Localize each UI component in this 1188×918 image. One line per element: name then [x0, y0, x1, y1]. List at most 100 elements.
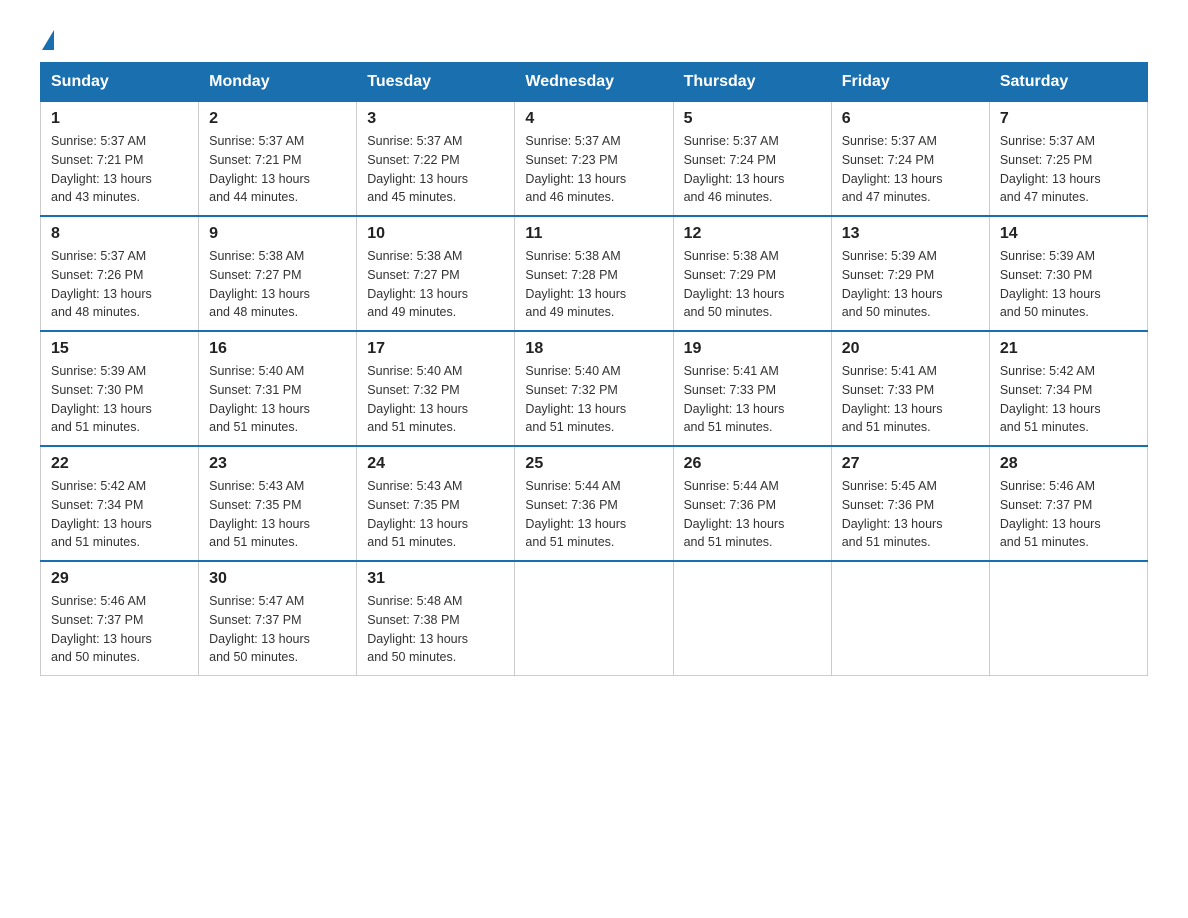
calendar-header-sunday: Sunday [41, 63, 199, 102]
day-number: 21 [1000, 340, 1137, 358]
calendar-cell: 11 Sunrise: 5:38 AM Sunset: 7:28 PM Dayl… [515, 216, 673, 331]
calendar-cell: 6 Sunrise: 5:37 AM Sunset: 7:24 PM Dayli… [831, 102, 989, 217]
day-info: Sunrise: 5:37 AM Sunset: 7:21 PM Dayligh… [51, 132, 188, 207]
calendar-cell: 24 Sunrise: 5:43 AM Sunset: 7:35 PM Dayl… [357, 446, 515, 561]
calendar-cell [673, 561, 831, 676]
calendar-cell: 26 Sunrise: 5:44 AM Sunset: 7:36 PM Dayl… [673, 446, 831, 561]
day-info: Sunrise: 5:37 AM Sunset: 7:24 PM Dayligh… [842, 132, 979, 207]
day-number: 29 [51, 570, 188, 588]
day-number: 19 [684, 340, 821, 358]
calendar-cell: 18 Sunrise: 5:40 AM Sunset: 7:32 PM Dayl… [515, 331, 673, 446]
calendar-cell: 19 Sunrise: 5:41 AM Sunset: 7:33 PM Dayl… [673, 331, 831, 446]
calendar-header-thursday: Thursday [673, 63, 831, 102]
calendar-cell: 3 Sunrise: 5:37 AM Sunset: 7:22 PM Dayli… [357, 102, 515, 217]
day-info: Sunrise: 5:45 AM Sunset: 7:36 PM Dayligh… [842, 477, 979, 552]
calendar-cell: 14 Sunrise: 5:39 AM Sunset: 7:30 PM Dayl… [989, 216, 1147, 331]
day-number: 2 [209, 110, 346, 128]
calendar-cell: 30 Sunrise: 5:47 AM Sunset: 7:37 PM Dayl… [199, 561, 357, 676]
day-info: Sunrise: 5:46 AM Sunset: 7:37 PM Dayligh… [51, 592, 188, 667]
day-info: Sunrise: 5:41 AM Sunset: 7:33 PM Dayligh… [842, 362, 979, 437]
calendar-cell: 17 Sunrise: 5:40 AM Sunset: 7:32 PM Dayl… [357, 331, 515, 446]
day-number: 20 [842, 340, 979, 358]
day-info: Sunrise: 5:44 AM Sunset: 7:36 PM Dayligh… [525, 477, 662, 552]
day-info: Sunrise: 5:44 AM Sunset: 7:36 PM Dayligh… [684, 477, 821, 552]
calendar-cell: 21 Sunrise: 5:42 AM Sunset: 7:34 PM Dayl… [989, 331, 1147, 446]
day-number: 24 [367, 455, 504, 473]
calendar-cell: 13 Sunrise: 5:39 AM Sunset: 7:29 PM Dayl… [831, 216, 989, 331]
calendar-cell: 27 Sunrise: 5:45 AM Sunset: 7:36 PM Dayl… [831, 446, 989, 561]
day-info: Sunrise: 5:39 AM Sunset: 7:30 PM Dayligh… [51, 362, 188, 437]
day-number: 10 [367, 225, 504, 243]
calendar-cell: 12 Sunrise: 5:38 AM Sunset: 7:29 PM Dayl… [673, 216, 831, 331]
day-info: Sunrise: 5:39 AM Sunset: 7:30 PM Dayligh… [1000, 247, 1137, 322]
calendar-cell: 22 Sunrise: 5:42 AM Sunset: 7:34 PM Dayl… [41, 446, 199, 561]
calendar-header-tuesday: Tuesday [357, 63, 515, 102]
page-header [40, 30, 1148, 52]
calendar-header-friday: Friday [831, 63, 989, 102]
day-info: Sunrise: 5:37 AM Sunset: 7:21 PM Dayligh… [209, 132, 346, 207]
calendar-week-row: 1 Sunrise: 5:37 AM Sunset: 7:21 PM Dayli… [41, 102, 1148, 217]
day-number: 28 [1000, 455, 1137, 473]
day-number: 27 [842, 455, 979, 473]
day-number: 6 [842, 110, 979, 128]
day-info: Sunrise: 5:48 AM Sunset: 7:38 PM Dayligh… [367, 592, 504, 667]
day-number: 11 [525, 225, 662, 243]
logo [40, 30, 54, 52]
day-info: Sunrise: 5:46 AM Sunset: 7:37 PM Dayligh… [1000, 477, 1137, 552]
calendar-cell: 28 Sunrise: 5:46 AM Sunset: 7:37 PM Dayl… [989, 446, 1147, 561]
calendar-cell: 25 Sunrise: 5:44 AM Sunset: 7:36 PM Dayl… [515, 446, 673, 561]
calendar-cell [515, 561, 673, 676]
logo-triangle-icon [42, 30, 54, 50]
day-info: Sunrise: 5:43 AM Sunset: 7:35 PM Dayligh… [209, 477, 346, 552]
day-number: 17 [367, 340, 504, 358]
day-info: Sunrise: 5:39 AM Sunset: 7:29 PM Dayligh… [842, 247, 979, 322]
calendar-cell: 29 Sunrise: 5:46 AM Sunset: 7:37 PM Dayl… [41, 561, 199, 676]
day-number: 12 [684, 225, 821, 243]
calendar-cell: 4 Sunrise: 5:37 AM Sunset: 7:23 PM Dayli… [515, 102, 673, 217]
calendar-cell: 8 Sunrise: 5:37 AM Sunset: 7:26 PM Dayli… [41, 216, 199, 331]
calendar-cell: 23 Sunrise: 5:43 AM Sunset: 7:35 PM Dayl… [199, 446, 357, 561]
day-info: Sunrise: 5:38 AM Sunset: 7:27 PM Dayligh… [209, 247, 346, 322]
calendar-header-row: SundayMondayTuesdayWednesdayThursdayFrid… [41, 63, 1148, 102]
day-number: 1 [51, 110, 188, 128]
calendar-week-row: 15 Sunrise: 5:39 AM Sunset: 7:30 PM Dayl… [41, 331, 1148, 446]
calendar-cell: 31 Sunrise: 5:48 AM Sunset: 7:38 PM Dayl… [357, 561, 515, 676]
day-number: 8 [51, 225, 188, 243]
day-number: 22 [51, 455, 188, 473]
calendar-week-row: 29 Sunrise: 5:46 AM Sunset: 7:37 PM Dayl… [41, 561, 1148, 676]
day-number: 5 [684, 110, 821, 128]
calendar-cell: 1 Sunrise: 5:37 AM Sunset: 7:21 PM Dayli… [41, 102, 199, 217]
calendar-cell: 16 Sunrise: 5:40 AM Sunset: 7:31 PM Dayl… [199, 331, 357, 446]
day-info: Sunrise: 5:42 AM Sunset: 7:34 PM Dayligh… [1000, 362, 1137, 437]
calendar-cell: 9 Sunrise: 5:38 AM Sunset: 7:27 PM Dayli… [199, 216, 357, 331]
day-info: Sunrise: 5:37 AM Sunset: 7:24 PM Dayligh… [684, 132, 821, 207]
calendar-cell: 15 Sunrise: 5:39 AM Sunset: 7:30 PM Dayl… [41, 331, 199, 446]
day-number: 30 [209, 570, 346, 588]
day-info: Sunrise: 5:38 AM Sunset: 7:27 PM Dayligh… [367, 247, 504, 322]
day-number: 31 [367, 570, 504, 588]
day-info: Sunrise: 5:38 AM Sunset: 7:29 PM Dayligh… [684, 247, 821, 322]
calendar-cell [989, 561, 1147, 676]
calendar-week-row: 22 Sunrise: 5:42 AM Sunset: 7:34 PM Dayl… [41, 446, 1148, 561]
day-info: Sunrise: 5:41 AM Sunset: 7:33 PM Dayligh… [684, 362, 821, 437]
calendar-cell: 20 Sunrise: 5:41 AM Sunset: 7:33 PM Dayl… [831, 331, 989, 446]
calendar-header-saturday: Saturday [989, 63, 1147, 102]
calendar-header-wednesday: Wednesday [515, 63, 673, 102]
calendar-table: SundayMondayTuesdayWednesdayThursdayFrid… [40, 62, 1148, 676]
day-info: Sunrise: 5:37 AM Sunset: 7:22 PM Dayligh… [367, 132, 504, 207]
day-number: 23 [209, 455, 346, 473]
day-number: 4 [525, 110, 662, 128]
calendar-cell: 2 Sunrise: 5:37 AM Sunset: 7:21 PM Dayli… [199, 102, 357, 217]
day-info: Sunrise: 5:40 AM Sunset: 7:32 PM Dayligh… [367, 362, 504, 437]
day-info: Sunrise: 5:47 AM Sunset: 7:37 PM Dayligh… [209, 592, 346, 667]
day-info: Sunrise: 5:40 AM Sunset: 7:31 PM Dayligh… [209, 362, 346, 437]
calendar-cell [831, 561, 989, 676]
day-number: 15 [51, 340, 188, 358]
day-info: Sunrise: 5:40 AM Sunset: 7:32 PM Dayligh… [525, 362, 662, 437]
day-number: 13 [842, 225, 979, 243]
day-info: Sunrise: 5:37 AM Sunset: 7:25 PM Dayligh… [1000, 132, 1137, 207]
calendar-cell: 7 Sunrise: 5:37 AM Sunset: 7:25 PM Dayli… [989, 102, 1147, 217]
calendar-week-row: 8 Sunrise: 5:37 AM Sunset: 7:26 PM Dayli… [41, 216, 1148, 331]
day-number: 25 [525, 455, 662, 473]
day-info: Sunrise: 5:37 AM Sunset: 7:23 PM Dayligh… [525, 132, 662, 207]
